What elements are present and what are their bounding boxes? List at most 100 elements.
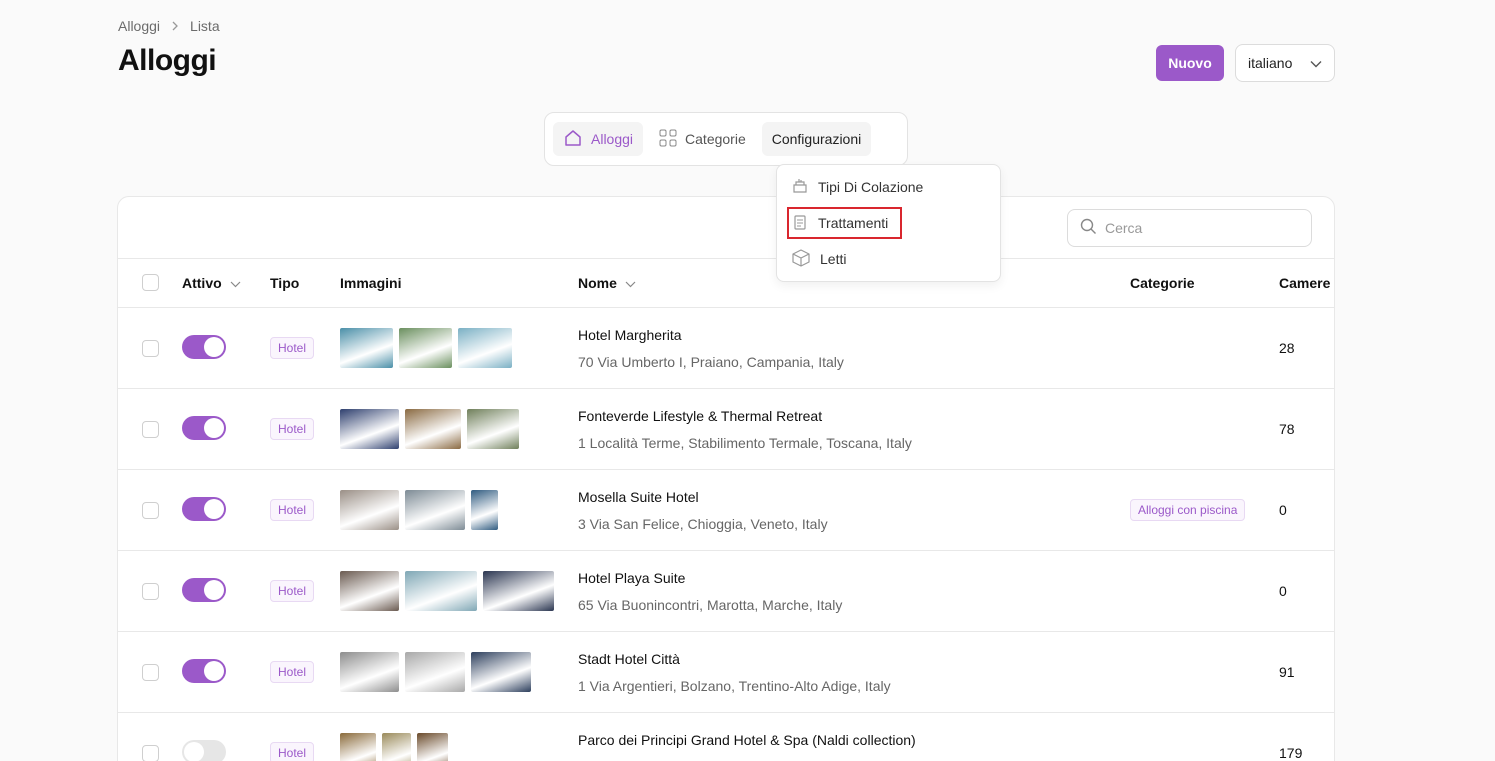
language-value: italiano: [1248, 55, 1293, 71]
row-checkbox[interactable]: [142, 502, 159, 519]
image-thumbnails: [340, 652, 531, 692]
thumbnail-image[interactable]: [471, 652, 531, 692]
home-icon: [563, 128, 583, 151]
table-header: Attivo Tipo Immagini Nome Categorie Came…: [118, 258, 1334, 308]
active-toggle[interactable]: [182, 740, 226, 761]
image-thumbnails: [340, 328, 512, 368]
thumbnail-image[interactable]: [417, 733, 448, 761]
tab-categorie[interactable]: Categorie: [649, 122, 756, 156]
accommodation-address: 1 Via Argentieri, Bolzano, Trentino-Alto…: [578, 678, 891, 694]
table-row[interactable]: Hotel Mosella Suite Hotel 3 Via San Felice…: [118, 470, 1334, 551]
tab-bar: Alloggi Categorie Configurazioni: [544, 112, 908, 166]
accommodation-name[interactable]: Fonteverde Lifestyle & Thermal Retreat: [578, 408, 822, 424]
search-placeholder: Cerca: [1105, 220, 1143, 236]
thumbnail-image[interactable]: [340, 652, 399, 692]
rooms-count: 0: [1279, 583, 1287, 599]
thumbnail-image[interactable]: [405, 652, 465, 692]
thumbnail-image[interactable]: [405, 490, 465, 530]
row-checkbox[interactable]: [142, 583, 159, 600]
row-checkbox[interactable]: [142, 340, 159, 357]
select-all-checkbox[interactable]: [142, 274, 159, 291]
accommodation-name[interactable]: Stadt Hotel Città: [578, 651, 680, 667]
column-label: Tipo: [270, 275, 300, 291]
column-label: Attivo: [182, 275, 222, 291]
type-badge: Hotel: [270, 499, 315, 521]
accommodation-address: 65 Via Buonincontri, Marotta, Marche, It…: [578, 597, 843, 613]
table-row[interactable]: Hotel Hotel Playa Suite 65 Via Buonincontr…: [118, 551, 1334, 632]
dropdown-item-label: Letti: [820, 251, 847, 267]
dropdown-item-trattamenti[interactable]: Trattamenti: [786, 207, 903, 239]
active-toggle[interactable]: [182, 578, 226, 602]
breadcrumb-current: Lista: [190, 18, 220, 34]
thumbnail-image[interactable]: [483, 571, 554, 611]
configurazioni-dropdown: Tipi Di Colazione Trattamenti Letti: [776, 164, 1001, 282]
accommodation-address: 3 Via San Felice, Chioggia, Veneto, Ital…: [578, 516, 828, 532]
accommodation-name[interactable]: Mosella Suite Hotel: [578, 489, 699, 505]
type-badge: Hotel: [270, 418, 315, 440]
toggle-knob: [184, 742, 204, 761]
new-button[interactable]: Nuovo: [1156, 45, 1224, 81]
accommodation-name[interactable]: Hotel Playa Suite: [578, 570, 685, 586]
column-header-tipo: Tipo: [270, 275, 299, 291]
row-checkbox[interactable]: [142, 664, 159, 681]
thumbnail-image[interactable]: [340, 733, 376, 761]
column-header-categorie: Categorie: [1130, 275, 1195, 291]
dropdown-item-letti[interactable]: Letti: [789, 245, 848, 273]
accommodation-name[interactable]: Parco dei Principi Grand Hotel & Spa (Na…: [578, 732, 916, 748]
chevron-down-icon: [230, 275, 241, 291]
tab-label: Alloggi: [591, 131, 634, 147]
column-label: Categorie: [1130, 275, 1195, 291]
type-badge: Hotel: [270, 580, 315, 602]
accommodation-name[interactable]: Hotel Margherita: [578, 327, 682, 343]
table-row[interactable]: Hotel Stadt Hotel Città 1 Via Argentieri, …: [118, 632, 1334, 713]
tab-configurazioni[interactable]: Configurazioni: [761, 122, 872, 156]
row-checkbox[interactable]: [142, 745, 159, 761]
toggle-knob: [204, 337, 224, 357]
accommodations-table-card: Cerca Attivo Tipo Immagini Nome Categori…: [117, 196, 1335, 761]
type-badge: Hotel: [270, 337, 315, 359]
active-toggle[interactable]: [182, 659, 226, 683]
chevron-down-icon: [625, 275, 636, 291]
tab-label: Configurazioni: [771, 131, 862, 147]
thumbnail-image[interactable]: [458, 328, 512, 368]
grid-icon: [659, 129, 677, 150]
thumbnail-image[interactable]: [399, 328, 452, 368]
column-label: Nome: [578, 275, 617, 291]
chevron-down-icon: [1310, 55, 1322, 71]
table-row[interactable]: Hotel Hotel Margherita 70 Via Umberto I, P…: [118, 308, 1334, 389]
thumbnail-image[interactable]: [467, 409, 519, 449]
thumbnail-image[interactable]: [340, 490, 399, 530]
dropdown-item-tipi-di-colazione[interactable]: Tipi Di Colazione: [789, 173, 925, 201]
table-row[interactable]: Hotel Parco dei Principi Grand Hotel & Sp…: [118, 713, 1334, 761]
column-header-nome[interactable]: Nome: [578, 275, 636, 291]
thumbnail-image[interactable]: [340, 571, 399, 611]
active-toggle[interactable]: [182, 416, 226, 440]
thumbnail-image[interactable]: [382, 733, 411, 761]
breadcrumb-root[interactable]: Alloggi: [118, 18, 160, 34]
search-input[interactable]: Cerca: [1067, 209, 1312, 247]
rooms-count: 0: [1279, 502, 1287, 518]
active-toggle[interactable]: [182, 497, 226, 521]
rooms-count: 91: [1279, 664, 1295, 680]
thumbnail-image[interactable]: [405, 409, 461, 449]
table-row[interactable]: Hotel Fonteverde Lifestyle & Thermal Retr…: [118, 389, 1334, 470]
toggle-knob: [204, 499, 224, 519]
search-icon: [1080, 218, 1097, 238]
language-select[interactable]: italiano: [1235, 44, 1335, 82]
image-thumbnails: [340, 733, 448, 761]
toggle-knob: [204, 418, 224, 438]
page: Alloggi Lista Alloggi Nuovo italiano All…: [0, 0, 1495, 761]
column-label: Immagini: [340, 275, 402, 291]
thumbnail-image[interactable]: [471, 490, 498, 530]
rooms-count: 179: [1279, 745, 1303, 761]
active-toggle[interactable]: [182, 335, 226, 359]
type-badge: Hotel: [270, 661, 315, 683]
column-label: Camere: [1279, 275, 1331, 291]
thumbnail-image[interactable]: [340, 409, 399, 449]
tab-alloggi[interactable]: Alloggi: [553, 122, 644, 156]
thumbnail-image[interactable]: [340, 328, 393, 368]
column-header-attivo[interactable]: Attivo: [182, 275, 241, 291]
thumbnail-image[interactable]: [405, 571, 477, 611]
dropdown-item-label: Trattamenti: [818, 215, 889, 231]
row-checkbox[interactable]: [142, 421, 159, 438]
